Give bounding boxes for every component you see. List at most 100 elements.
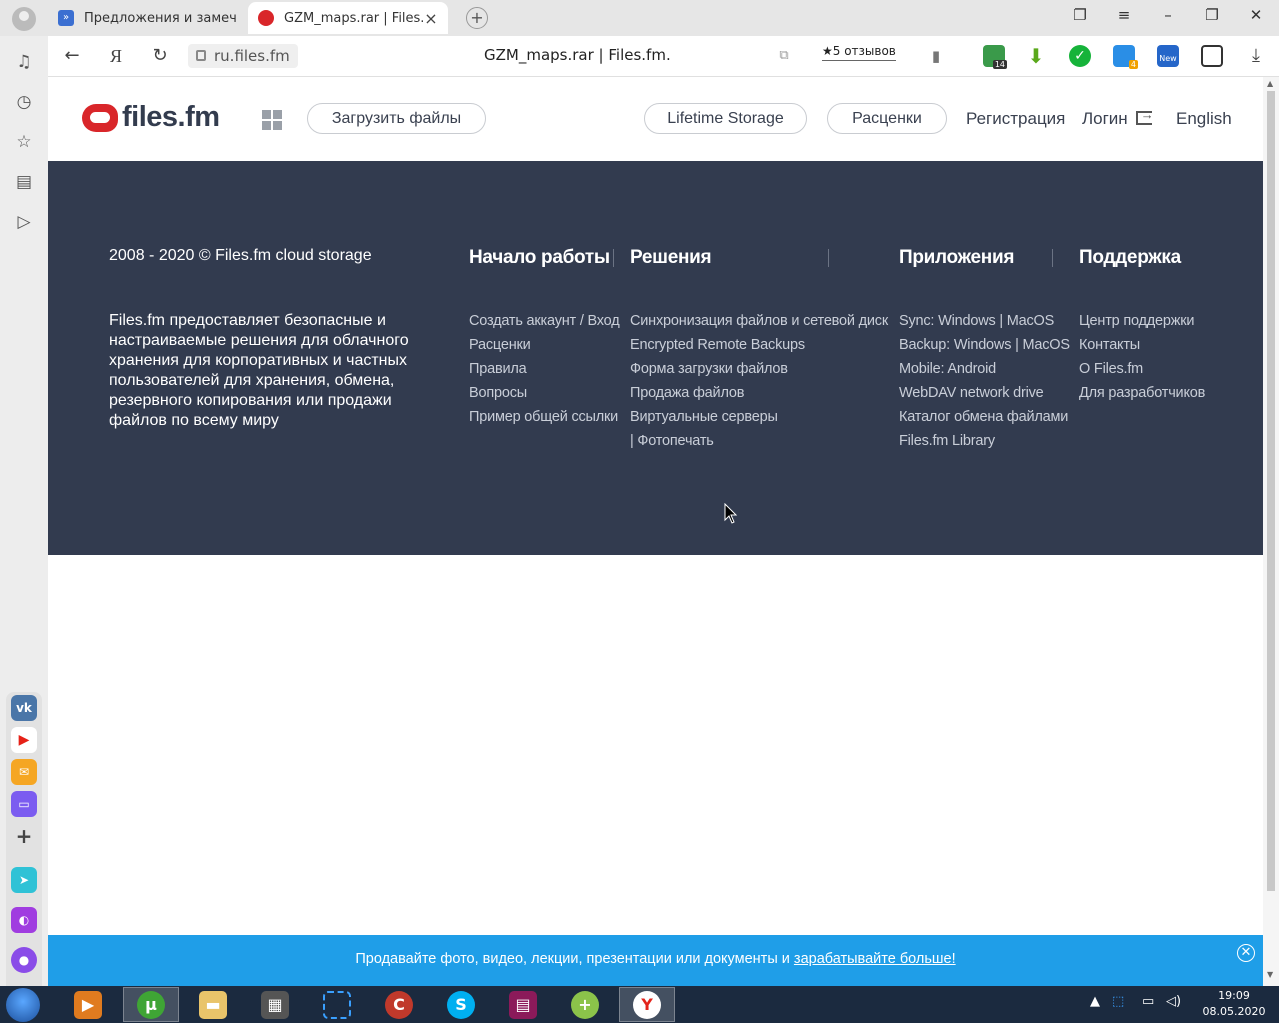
- scroll-up-icon[interactable]: ▲: [1267, 79, 1273, 88]
- footer-link[interactable]: Для разработчиков: [1079, 381, 1205, 405]
- collections-icon[interactable]: ▤: [14, 172, 34, 192]
- new-tab-button[interactable]: +: [466, 7, 488, 29]
- new-extension-icon[interactable]: New: [1157, 45, 1179, 67]
- alice-icon[interactable]: ▭: [11, 791, 37, 817]
- reload-icon[interactable]: ↻: [148, 44, 172, 68]
- chat-extension-icon[interactable]: [1201, 45, 1223, 67]
- footer-link[interactable]: Каталог обмена файлами: [899, 405, 1070, 429]
- lifetime-storage-button[interactable]: Lifetime Storage: [644, 103, 807, 134]
- taskbar-snipping[interactable]: [309, 987, 365, 1022]
- music-icon[interactable]: ◐: [11, 907, 37, 933]
- promo-text: Продавайте фото, видео, лекции, презента…: [355, 951, 794, 967]
- login-link[interactable]: Логин: [1082, 107, 1154, 129]
- taskbar-plus-app[interactable]: +: [557, 987, 613, 1022]
- site-logo[interactable]: files.fm: [82, 101, 220, 134]
- taskbar-archiver[interactable]: ▤: [495, 987, 551, 1022]
- check-extension-icon[interactable]: ✓: [1069, 45, 1091, 67]
- history-icon[interactable]: ◷: [14, 92, 34, 112]
- scroll-down-icon[interactable]: ▼: [1267, 970, 1273, 979]
- footer-link[interactable]: | Фотопечать: [630, 429, 888, 453]
- system-clock[interactable]: 19:09 08.05.2020: [1196, 988, 1272, 1020]
- footer-link[interactable]: Files.fm Library: [899, 429, 1070, 453]
- volume-icon[interactable]: ◁): [1166, 994, 1181, 1009]
- footer-link[interactable]: Пример общей ссылки: [469, 405, 620, 429]
- profile-icon[interactable]: [12, 7, 36, 31]
- address-bar: ← Я ↻ ru.files.fm GZM_maps.rar | Files.f…: [0, 36, 1279, 77]
- download-extension-icon[interactable]: ⬇: [1025, 45, 1047, 67]
- footer-link[interactable]: Синхронизация файлов и сетевой диск: [630, 309, 888, 333]
- footer-link[interactable]: Создать аккаунт / Вход: [469, 309, 620, 333]
- column-heading-solutions: Решения: [630, 247, 712, 268]
- minimize-icon[interactable]: –: [1156, 6, 1180, 24]
- close-window-icon[interactable]: ✕: [1244, 6, 1268, 24]
- taskbar-ccleaner[interactable]: C: [371, 987, 427, 1022]
- feedback-favicon-icon: »: [58, 10, 74, 26]
- page-scrollbar[interactable]: ▲ ▼: [1263, 77, 1279, 986]
- tray-screenshot-icon[interactable]: ⬚: [1112, 994, 1124, 1009]
- taskbar-yandex-browser[interactable]: Y: [619, 987, 675, 1022]
- footer-link[interactable]: Расценки: [469, 333, 620, 357]
- promo-banner: Продавайте фото, видео, лекции, презента…: [48, 935, 1263, 986]
- downloads-icon[interactable]: ⤓: [1244, 44, 1268, 68]
- close-tab-icon[interactable]: ×: [424, 9, 438, 28]
- start-button[interactable]: [6, 988, 40, 1022]
- taskbar-skype[interactable]: S: [433, 987, 489, 1022]
- mail-extension-icon[interactable]: 14: [983, 45, 1007, 69]
- footer-link[interactable]: Виртуальные серверы: [630, 405, 888, 429]
- pricing-button[interactable]: Расценки: [827, 103, 947, 134]
- filesfm-favicon-icon: [258, 10, 274, 26]
- footer-link[interactable]: Центр поддержки: [1079, 309, 1205, 333]
- footer-link[interactable]: Вопросы: [469, 381, 620, 405]
- column-separator: [613, 249, 614, 267]
- footer-link[interactable]: Продажа файлов: [630, 381, 888, 405]
- yandex-icon[interactable]: Я: [104, 44, 128, 68]
- close-promo-icon[interactable]: ✕: [1237, 944, 1255, 962]
- utorrent-icon: µ: [137, 990, 165, 1019]
- star-icon[interactable]: ☆: [14, 132, 34, 152]
- taskbar-film-app[interactable]: ▦: [247, 987, 303, 1022]
- taskbar-media-player[interactable]: ▶: [60, 987, 116, 1022]
- alice-assistant-icon[interactable]: ●: [11, 947, 37, 973]
- footer-link[interactable]: Правила: [469, 357, 620, 381]
- film-icon: ▦: [261, 990, 289, 1019]
- footer-link[interactable]: Encrypted Remote Backups: [630, 333, 888, 357]
- play-icon[interactable]: ▷: [14, 212, 34, 232]
- footer-link[interactable]: Sync: Windows | MacOS: [899, 309, 1070, 333]
- footer-link[interactable]: Backup: Windows | MacOS: [899, 333, 1070, 357]
- mail-icon[interactable]: ✉: [11, 759, 37, 785]
- network-icon[interactable]: ▭: [1142, 994, 1154, 1009]
- tab-filesfm[interactable]: GZM_maps.rar | Files.fm ×: [248, 2, 448, 34]
- add-icon[interactable]: +: [11, 823, 37, 849]
- menu-icon[interactable]: ≡: [1112, 6, 1136, 24]
- tray-expand-icon[interactable]: ▲: [1090, 994, 1100, 1009]
- promo-link[interactable]: зарабатывайте больше!: [794, 951, 956, 967]
- tab-manager-icon[interactable]: ❐: [1068, 6, 1092, 24]
- bell-icon[interactable]: ♫: [14, 52, 34, 72]
- site-header: files.fm Загрузить файлы Lifetime Storag…: [48, 77, 1263, 161]
- taskbar-utorrent[interactable]: µ: [123, 987, 179, 1022]
- apps-grid-icon[interactable]: [262, 110, 282, 130]
- upload-files-button[interactable]: Загрузить файлы: [307, 103, 486, 134]
- language-link[interactable]: English: [1176, 109, 1232, 129]
- scroll-thumb[interactable]: [1267, 91, 1275, 891]
- messenger-icon[interactable]: ➤: [11, 867, 37, 893]
- bookmark-icon[interactable]: ▮: [924, 44, 948, 68]
- footer-link[interactable]: О Files.fm: [1079, 357, 1205, 381]
- url-text: ru.files.fm: [214, 47, 290, 65]
- vk-icon[interactable]: vk: [11, 695, 37, 721]
- news-extension-icon[interactable]: 4: [1113, 45, 1138, 69]
- footer-link[interactable]: Форма загрузки файлов: [630, 357, 888, 381]
- skype-icon: S: [447, 990, 475, 1019]
- back-icon[interactable]: ←: [60, 44, 84, 68]
- url-field[interactable]: ru.files.fm: [188, 44, 298, 68]
- footer-link[interactable]: Mobile: Android: [899, 357, 1070, 381]
- footer-link[interactable]: WebDAV network drive: [899, 381, 1070, 405]
- translate-icon[interactable]: ⧉: [772, 44, 796, 68]
- footer-link[interactable]: Контакты: [1079, 333, 1205, 357]
- youtube-icon[interactable]: ▶: [11, 727, 37, 753]
- tab-feedback[interactable]: » Предложения и замечани: [48, 2, 246, 34]
- register-link[interactable]: Регистрация: [966, 109, 1065, 129]
- restore-icon[interactable]: ❐: [1200, 6, 1224, 24]
- taskbar-explorer[interactable]: ▬: [185, 987, 241, 1022]
- reviews-badge[interactable]: ★5 отзывов: [822, 44, 896, 61]
